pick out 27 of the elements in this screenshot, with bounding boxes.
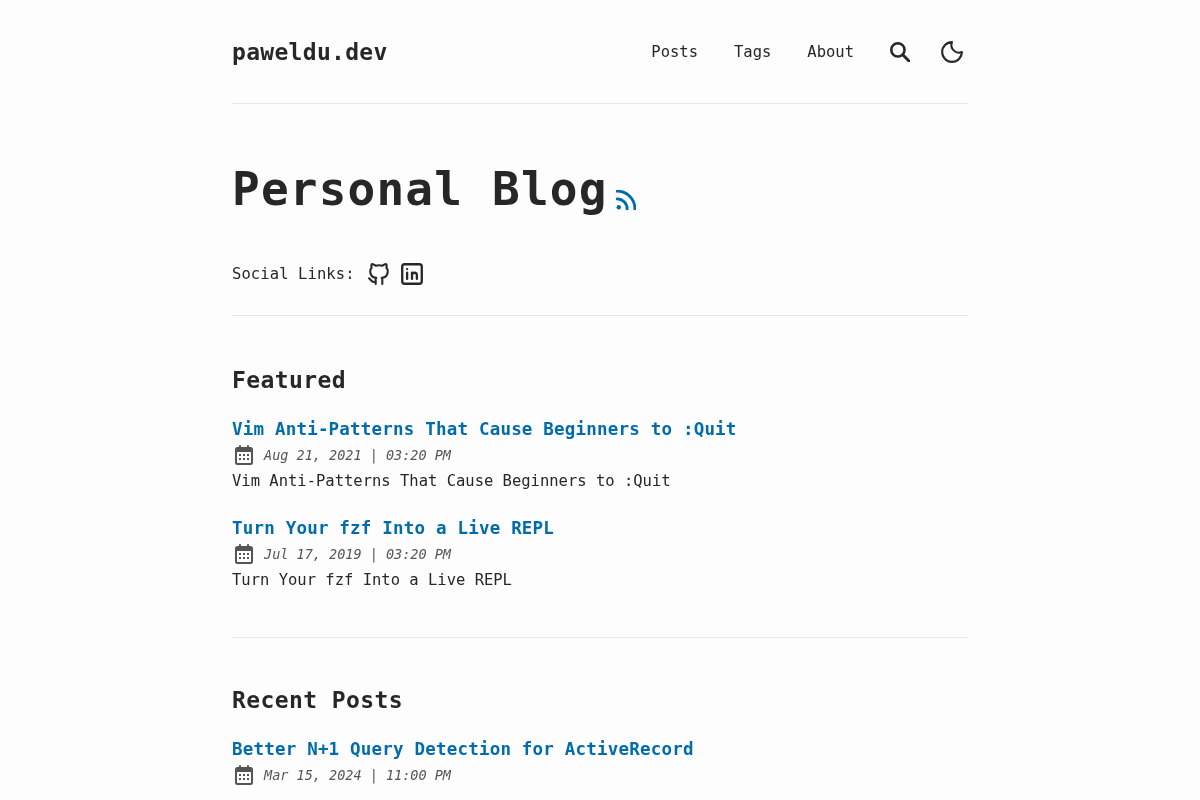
rss-link[interactable] <box>615 190 636 210</box>
theme-toggle-button[interactable] <box>941 41 963 63</box>
section-heading: Recent Posts <box>232 686 404 715</box>
post-date: Aug 21, 2021 | 03:20 PM <box>264 446 451 466</box>
post-description: Vim Anti-Patterns That Cause Beginners to :Quit <box>232 471 672 492</box>
post-title-link[interactable]: Better N+1 Query Detection for ActiveRecord <box>232 737 694 762</box>
linkedin-icon[interactable] <box>400 263 423 285</box>
calendar-icon <box>235 544 253 564</box>
post-date: Jul 17, 2019 | 03:20 PM <box>264 545 451 565</box>
post-description: Turn Your fzf Into a Live REPL <box>232 570 513 591</box>
github-icon[interactable] <box>367 263 390 285</box>
moon-icon <box>941 41 963 63</box>
nav-link[interactable]: Tags <box>734 40 772 64</box>
site-logo[interactable]: paweldu.dev <box>232 36 388 68</box>
nav-link[interactable]: About <box>807 40 854 64</box>
page-title: Personal Blog <box>232 161 608 218</box>
calendar-icon <box>235 445 253 465</box>
post-date: Mar 15, 2024 | 11:00 PM <box>264 766 451 786</box>
nav-link[interactable]: Posts <box>651 40 698 64</box>
search-icon <box>890 42 910 62</box>
rss-icon <box>615 190 636 210</box>
calendar-icon <box>235 765 253 785</box>
post-title-link[interactable]: Vim Anti-Patterns That Cause Beginners to :Quit <box>232 417 737 442</box>
section-heading: Featured <box>232 366 347 395</box>
social-links-label: Social Links: <box>232 264 355 285</box>
search-button[interactable] <box>890 42 910 62</box>
post-title-link[interactable]: Turn Your fzf Into a Live REPL <box>232 516 555 541</box>
